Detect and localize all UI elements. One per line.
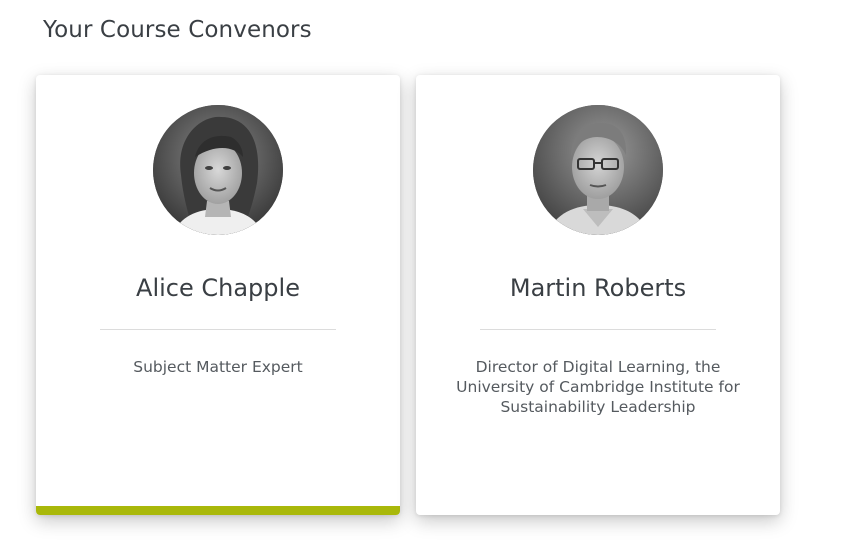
card-accent-bar xyxy=(36,506,400,515)
convenor-role: Subject Matter Expert xyxy=(133,358,303,376)
convenor-card[interactable]: Martin Roberts Director of Digital Learn… xyxy=(416,75,780,515)
section-title: Your Course Convenors xyxy=(43,17,312,43)
course-convenors-section: Your Course Convenors Alice Chapple Subj… xyxy=(0,0,855,545)
convenor-photo xyxy=(533,105,663,235)
convenor-name: Alice Chapple xyxy=(136,274,300,302)
convenor-name: Martin Roberts xyxy=(509,274,687,302)
portrait-image xyxy=(533,105,663,235)
portrait-image xyxy=(153,105,283,235)
divider xyxy=(100,329,336,330)
convenor-photo xyxy=(153,105,283,235)
divider xyxy=(480,329,716,330)
convenor-role: Director of Digital Learning, the Univer… xyxy=(456,358,740,416)
convenor-card[interactable]: Alice Chapple Subject Matter Expert xyxy=(36,75,400,515)
